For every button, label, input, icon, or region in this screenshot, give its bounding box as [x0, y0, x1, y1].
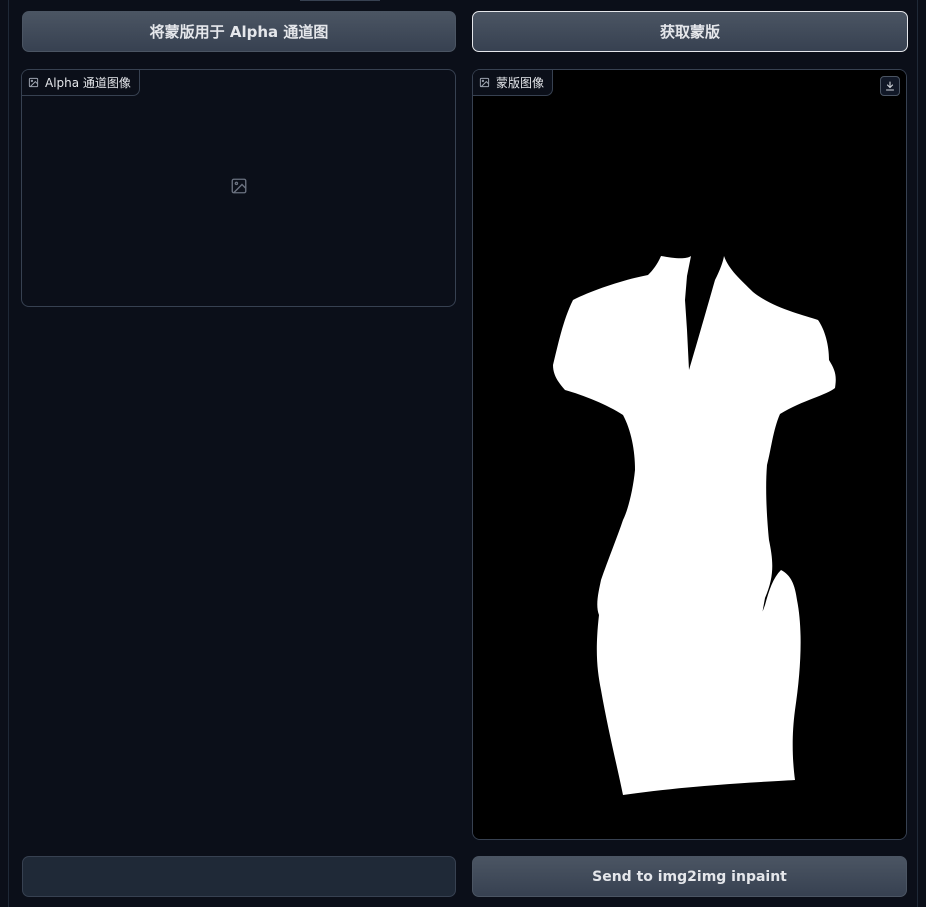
- empty-bottom-button[interactable]: [22, 856, 456, 897]
- send-to-img2img-inpaint-button[interactable]: Send to img2img inpaint: [472, 856, 907, 897]
- alpha-image-label-text: Alpha 通道图像: [45, 76, 131, 90]
- download-icon: [884, 77, 896, 96]
- mask-image-label-text: 蒙版图像: [496, 76, 545, 90]
- mask-image: [473, 70, 906, 839]
- mask-silhouette: [553, 256, 836, 795]
- image-icon: [479, 77, 490, 88]
- image-placeholder-icon: [230, 177, 248, 199]
- apply-mask-to-alpha-button[interactable]: 将蒙版用于 Alpha 通道图: [22, 11, 456, 52]
- mask-image-label: 蒙版图像: [473, 70, 554, 96]
- tab-indicator: [300, 0, 380, 1]
- alpha-image-panel[interactable]: Alpha 通道图像: [21, 69, 456, 307]
- mask-image-panel[interactable]: 蒙版图像: [472, 69, 907, 840]
- download-button[interactable]: [880, 76, 900, 96]
- alpha-image-label: Alpha 通道图像: [22, 70, 140, 96]
- image-icon: [28, 77, 39, 88]
- get-mask-button[interactable]: 获取蒙版: [472, 11, 908, 52]
